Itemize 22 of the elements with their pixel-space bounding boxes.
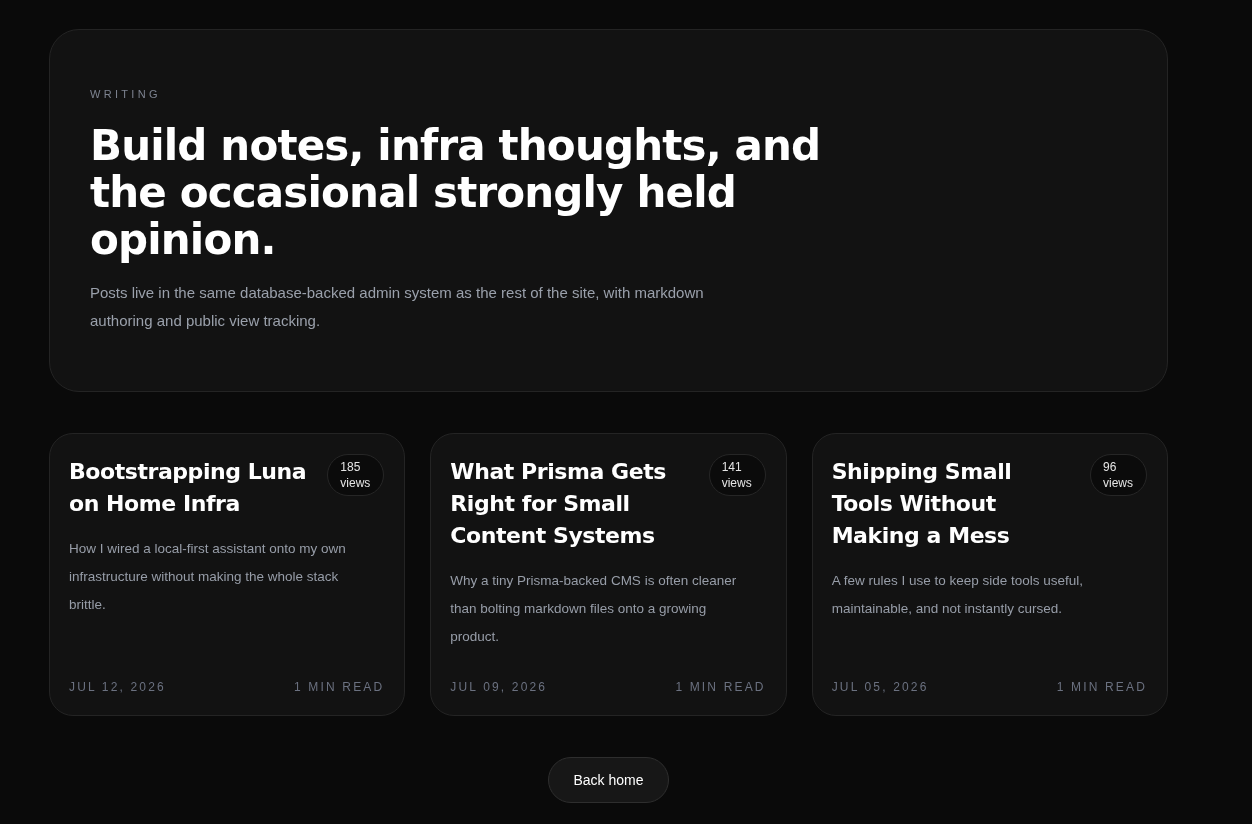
view-count: 96 views xyxy=(1090,454,1147,496)
read-time: 1 MIN READ xyxy=(294,679,385,695)
page-heading: Build notes, infra thoughts, and the occasional strongly held opinion. xyxy=(90,122,822,263)
view-count: 141 views xyxy=(708,454,766,496)
view-count: 185 views xyxy=(327,454,385,496)
post-excerpt: How I wired a local-first assistant onto my own infrastructure without making the whole stack brittle. xyxy=(69,540,347,614)
post-excerpt: Why a tiny Prisma-backed CMS is often cleaner than bolting markdown files onto a growing product. xyxy=(450,572,738,646)
post-date: JUL 05, 2026 xyxy=(831,679,929,695)
back-home-button[interactable]: Back home xyxy=(548,757,669,803)
post-title: What Prisma Gets Right for Small Content Systems xyxy=(450,458,667,550)
post-excerpt: A few rules I use to keep side tools useful, maintainable, and not instantly cursed. xyxy=(831,572,1085,618)
read-time: 1 MIN READ xyxy=(1056,679,1147,695)
section-eyebrow: WRITING xyxy=(90,87,161,102)
post-card[interactable]: Shipping Small Tools Without Making a Mess 96 views A few rules I use to keep side tools useful, maintainable, and not instantly cursed. JUL 05, 2026 1 MIN READ xyxy=(811,433,1168,716)
read-time: 1 MIN READ xyxy=(675,679,766,695)
post-date: JUL 12, 2026 xyxy=(69,679,166,695)
post-title: Bootstrapping Luna on Home Infra xyxy=(69,458,308,518)
post-card[interactable]: Bootstrapping Luna on Home Infra 185 views How I wired a local-first assistant onto my own infrastructure without making the whole stack brittle. JUL 12, 2026 1 MIN READ xyxy=(49,433,406,716)
post-card[interactable]: What Prisma Gets Right for Small Content Systems 141 views Why a tiny Prisma-backed CMS is often cleaner than bolting markdown files onto a growing product. JUL 09, 2026 1 MIN READ xyxy=(430,433,787,716)
post-date: JUL 09, 2026 xyxy=(450,679,548,695)
intro-description: Posts live in the same database-backed admin system as the rest of the site, with markdown authoring and public view tracking. xyxy=(90,283,705,331)
post-title: Shipping Small Tools Without Making a Mess xyxy=(831,458,1013,550)
